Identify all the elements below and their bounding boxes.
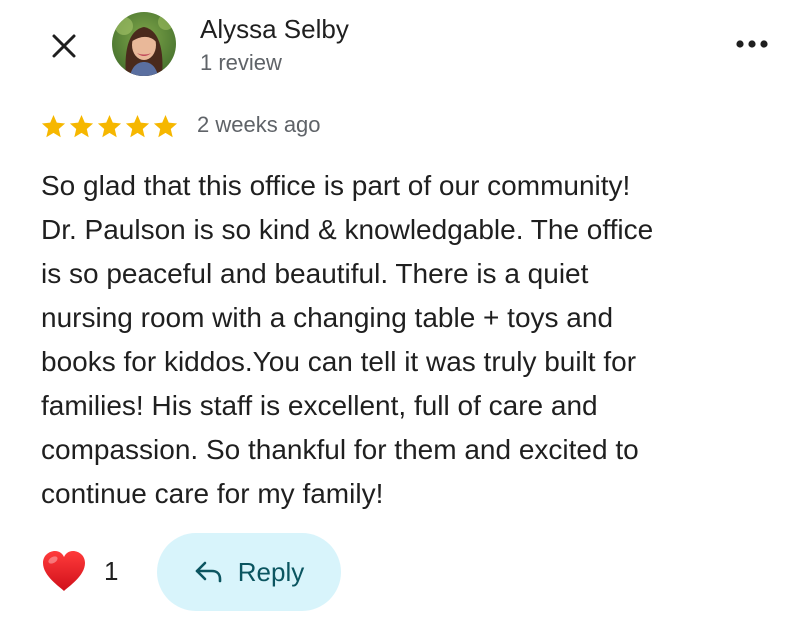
star-icon (153, 115, 178, 138)
avatar-photo (112, 12, 176, 76)
review-text-line: is so peaceful and beautiful. There is a… (41, 258, 589, 289)
star-icon (41, 115, 66, 138)
star-icon (69, 115, 94, 138)
review-text: So glad that this office is part of our … (41, 164, 761, 516)
more-options-button[interactable] (728, 24, 776, 64)
reply-button[interactable]: Reply (157, 533, 341, 611)
author-review-count: 1 review (200, 50, 282, 75)
reply-label: Reply (237, 556, 305, 587)
review-time: 2 weeks ago (197, 112, 321, 137)
reaction-count: 1 (104, 555, 119, 586)
close-icon (52, 34, 76, 58)
review-text-line: compassion. So thankful for them and exc… (41, 434, 639, 465)
review-text-line: continue care for my family! (41, 478, 384, 509)
reaction-button[interactable]: 1 (40, 548, 118, 594)
review-text-line: So glad that this office is part of our … (41, 170, 631, 201)
star-icon (97, 115, 122, 138)
star-rating (40, 113, 179, 140)
reply-arrow-icon (195, 561, 222, 583)
more-horizontal-icon (736, 40, 768, 48)
review-text-line: families! His staff is excellent, full o… (41, 390, 598, 421)
star-icon (125, 115, 150, 138)
review-text-line: books for kiddos.You can tell it was tru… (41, 346, 637, 377)
avatar[interactable] (112, 12, 176, 76)
author-name[interactable]: Alyssa Selby (200, 14, 349, 45)
close-button[interactable] (44, 26, 84, 66)
review-text-line: Dr. Paulson is so kind & knowledgable. T… (41, 214, 654, 245)
heart-icon (43, 551, 85, 591)
review-text-line: nursing room with a changing table + toy… (41, 302, 614, 333)
